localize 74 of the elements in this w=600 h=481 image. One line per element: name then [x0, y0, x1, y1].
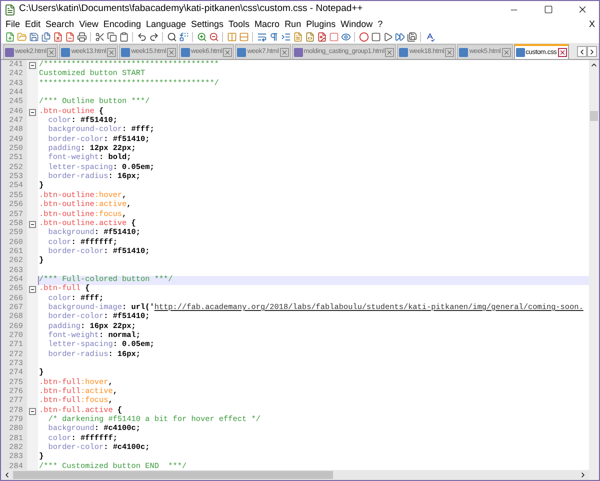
menu-item[interactable]: View: [76, 18, 101, 30]
copy-icon[interactable]: [106, 31, 117, 42]
scrollbar-thumb[interactable]: [590, 111, 598, 121]
save-all-icon[interactable]: [406, 31, 417, 42]
wrap-text-icon[interactable]: [256, 31, 267, 42]
files-icon[interactable]: [40, 31, 51, 42]
menu-item[interactable]: File: [3, 18, 23, 30]
menu-item[interactable]: ?: [375, 18, 386, 30]
play-icon[interactable]: [382, 31, 393, 42]
close-tab-icon[interactable]: [167, 48, 176, 56]
close-tab-icon[interactable]: [47, 48, 56, 56]
scroll-left-button[interactable]: [577, 46, 587, 57]
window-title: C:\Users\katin\Documents\fabacademy\kati-pitkanen\css\custom.css - Notepad++: [19, 2, 363, 16]
square-icon[interactable]: [328, 31, 339, 42]
code-file-icon[interactable]: [304, 31, 315, 42]
printer-icon[interactable]: [76, 31, 87, 42]
fold-toggle[interactable]: [29, 408, 36, 415]
vertical-scrollbar[interactable]: [589, 60, 599, 480]
horizontal-scrollbar[interactable]: [1, 470, 589, 480]
close-tab-icon[interactable]: [223, 48, 232, 56]
scroll-up-icon[interactable]: [590, 61, 598, 69]
indent-icon[interactable]: [280, 31, 291, 42]
image-file-icon[interactable]: [316, 31, 327, 42]
close-tab-icon[interactable]: [280, 48, 289, 56]
scroll-left-icon[interactable]: [3, 471, 11, 479]
chevron-left-icon: [578, 48, 586, 56]
close-tab-icon[interactable]: [107, 48, 116, 56]
fold-toggle[interactable]: [29, 286, 36, 294]
maximize-icon[interactable]: [544, 5, 552, 14]
fold-toggle[interactable]: [29, 221, 36, 228]
menu-item[interactable]: Tools: [226, 18, 252, 30]
document-icon[interactable]: [292, 31, 303, 42]
redo-icon[interactable]: [148, 31, 159, 42]
file-minus-icon[interactable]: [64, 31, 75, 42]
close-document-button[interactable]: X: [584, 18, 599, 30]
record-icon[interactable]: [358, 31, 369, 42]
menu-item[interactable]: Settings: [188, 18, 226, 30]
fast-forward-icon[interactable]: [394, 31, 405, 42]
menu-item[interactable]: Plugins: [304, 18, 338, 30]
scroll-right-icon[interactable]: [579, 471, 587, 479]
menu-item[interactable]: Encoding: [100, 18, 144, 30]
menu-item[interactable]: Search: [43, 18, 77, 30]
menu-item[interactable]: Macro: [252, 18, 282, 30]
scroll-right-button[interactable]: [587, 46, 597, 57]
close-tab-icon[interactable]: [385, 48, 394, 56]
new-file-icon[interactable]: [4, 31, 15, 42]
menu-item[interactable]: Run: [282, 18, 304, 30]
save-icon[interactable]: [28, 31, 39, 42]
zoom-in-icon[interactable]: [196, 31, 207, 42]
zoom-out-icon[interactable]: [208, 31, 219, 42]
close-tab-icon[interactable]: [558, 48, 567, 57]
menu-item[interactable]: Language: [143, 18, 188, 30]
fold-toggle[interactable]: [29, 108, 36, 116]
rows-icon[interactable]: [238, 31, 249, 42]
notepad-icon: [4, 4, 16, 16]
undo-icon[interactable]: [136, 31, 147, 42]
close-tab-icon[interactable]: [445, 48, 454, 56]
scissors-icon[interactable]: [94, 31, 105, 42]
eye-icon[interactable]: [340, 31, 351, 42]
close-tab-icon[interactable]: [502, 48, 511, 56]
clipboard-icon[interactable]: [118, 31, 129, 42]
stop-icon[interactable]: [370, 31, 381, 42]
columns-icon[interactable]: [226, 31, 237, 42]
pilcrow-icon[interactable]: [268, 31, 279, 42]
replace-icon[interactable]: [178, 31, 189, 42]
search-icon[interactable]: [166, 31, 177, 42]
chevron-right-icon: [588, 48, 596, 56]
menu-item[interactable]: Edit: [22, 18, 44, 30]
close-icon[interactable]: [576, 4, 588, 15]
close-file-icon[interactable]: [52, 31, 63, 42]
fold-toggle[interactable]: [29, 62, 36, 70]
scrollbar-thumb[interactable]: [13, 471, 333, 479]
menu-item[interactable]: Window: [338, 18, 376, 30]
spell-check-icon[interactable]: [424, 31, 435, 42]
